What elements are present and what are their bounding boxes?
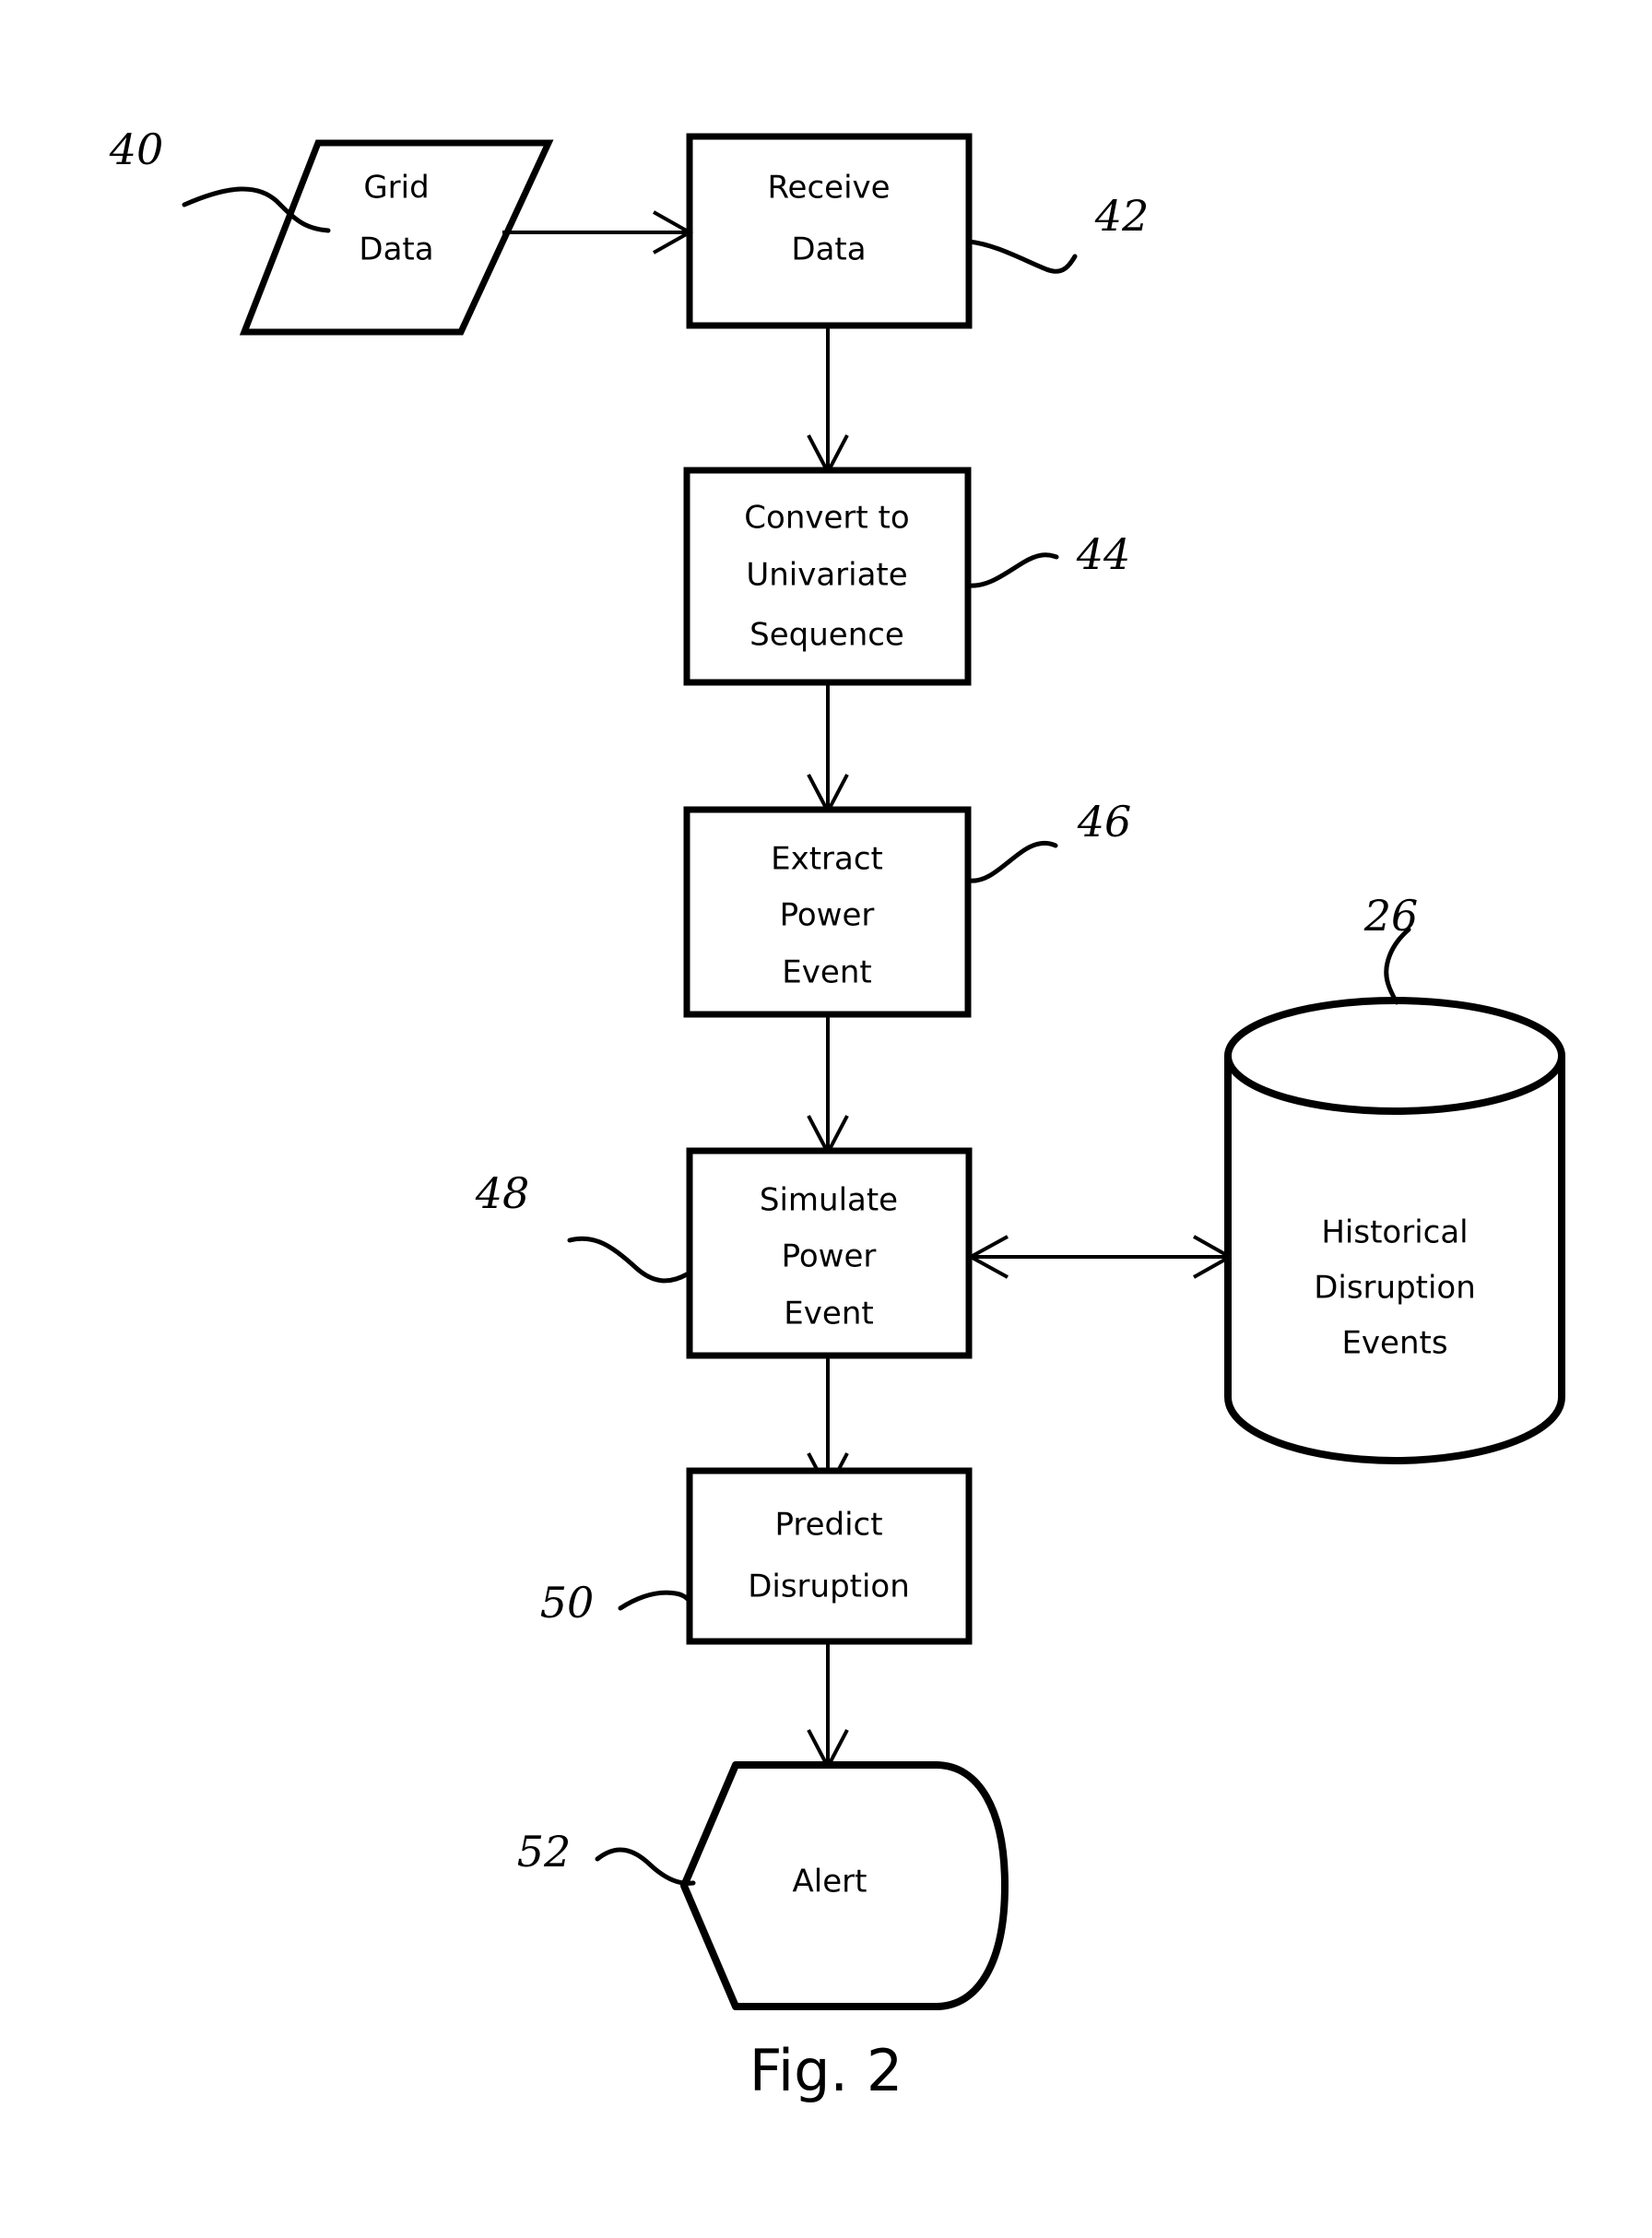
predict-box <box>686 1467 973 1645</box>
ref-44-group: 44 <box>965 529 1131 588</box>
edge-simulate-to-historical <box>966 1235 1234 1279</box>
extract-label-line2: Power <box>780 897 875 934</box>
receive-data-label-line1: Receive <box>767 170 890 207</box>
simulate-label-line2: Power <box>782 1238 877 1275</box>
ref-26-group: 26 <box>1363 891 1419 1005</box>
node-grid-data: Grid Data <box>239 139 554 336</box>
node-convert-univariate-sequence: Convert to Univariate Sequence <box>683 467 972 686</box>
extract-label-line3: Event <box>782 954 871 991</box>
cylinder-body <box>1224 1052 1565 1464</box>
predict-label-line1: Predict <box>774 1507 882 1544</box>
grid-data-label-line2: Data <box>359 231 433 268</box>
node-predict-disruption: Predict Disruption <box>686 1467 973 1645</box>
ref-46-label: 46 <box>1077 797 1132 847</box>
grid-data-label-line1: Grid <box>363 170 429 207</box>
historical-label-line1: Historical <box>1321 1214 1468 1251</box>
simulate-label-line3: Event <box>784 1296 873 1332</box>
ref-44-leader-line <box>965 552 1059 588</box>
alert-label: Alert <box>793 1864 867 1901</box>
ref-48-group: 48 <box>475 1168 690 1284</box>
node-extract-power-event: Extract Power Event <box>683 806 972 1018</box>
ref-42-leader-line <box>966 239 1078 274</box>
edge-grid-data-to-receive-data <box>502 210 694 255</box>
node-alert: Alert <box>680 1761 1009 2010</box>
ref-42-label: 42 <box>1094 191 1150 241</box>
node-receive-data: Receive Data <box>686 133 973 329</box>
ref-50-group: 50 <box>540 1578 692 1628</box>
cylinder-top <box>1224 997 1565 1115</box>
extract-label-line1: Extract <box>771 841 883 878</box>
predict-label-line2: Disruption <box>748 1569 910 1605</box>
ref-52-group: 52 <box>517 1827 696 1886</box>
ref-40-label: 40 <box>109 124 164 174</box>
ref-48-leader-line <box>567 1236 690 1284</box>
ref-50-label: 50 <box>540 1578 595 1628</box>
historical-label-line3: Events <box>1341 1325 1447 1362</box>
node-simulate-power-event: Simulate Power Event <box>686 1147 973 1359</box>
edge-extract-to-simulate <box>807 1014 849 1157</box>
patent-flowchart-figure: Grid Data 40 Receive Data 42 Convert to … <box>109 124 1565 2104</box>
edge-convert-to-extract <box>807 682 849 816</box>
ref-46-leader-line <box>967 840 1058 883</box>
convert-label-line2: Univariate <box>746 557 907 594</box>
ref-48-label: 48 <box>475 1168 530 1218</box>
convert-label-line1: Convert to <box>744 500 909 537</box>
figure-page: Grid Data 40 Receive Data 42 Convert to … <box>0 0 1652 2238</box>
receive-data-label-line2: Data <box>791 231 866 268</box>
figure-caption: Fig. 2 <box>749 2037 903 2104</box>
ref-26-label: 26 <box>1363 891 1419 941</box>
ref-52-label: 52 <box>517 1827 572 1877</box>
historical-label-line2: Disruption <box>1314 1270 1476 1307</box>
edge-receive-data-to-convert <box>807 326 849 477</box>
ref-52-leader-line <box>595 1847 696 1886</box>
simulate-label-line1: Simulate <box>760 1182 898 1219</box>
ref-44-label: 44 <box>1076 529 1131 579</box>
ref-46-group: 46 <box>967 797 1132 883</box>
node-historical-disruption-events: Historical Disruption Events <box>1224 997 1565 1464</box>
convert-label-line3: Sequence <box>749 617 904 654</box>
ref-42-group: 42 <box>966 191 1150 274</box>
edge-predict-to-alert <box>807 1641 849 1771</box>
ref-50-leader-line <box>618 1590 692 1611</box>
